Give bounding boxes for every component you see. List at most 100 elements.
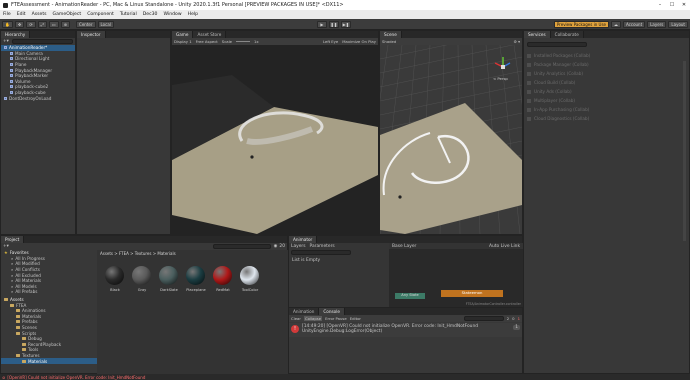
console-clear-button[interactable]: Clear <box>291 316 301 321</box>
console-message-badge: 1 <box>513 325 520 330</box>
add-icon[interactable]: +▾ <box>3 39 9 44</box>
tab-scene[interactable]: Scene <box>380 31 402 38</box>
display-dropdown[interactable]: Display 1 <box>174 39 192 44</box>
scale-tool-button[interactable]: ⤢ <box>37 20 47 28</box>
autolive-toggle[interactable]: Auto Live Link <box>489 244 520 249</box>
play-button[interactable]: ▶ <box>316 20 327 28</box>
menu-item-gameobject[interactable]: GameObject <box>53 12 82 17</box>
services-row[interactable]: Multiplayer (Collab) <box>527 96 689 105</box>
tab-collaborate[interactable]: Collaborate <box>550 31 584 38</box>
eye-icon[interactable]: ◉ <box>274 244 278 249</box>
hierarchy-search-input[interactable] <box>11 39 73 44</box>
pivot-center-button[interactable]: Center <box>76 20 96 28</box>
material-thumbnail[interactable] <box>159 266 178 285</box>
shading-dropdown[interactable]: Shaded <box>382 39 396 44</box>
rect-tool-button[interactable]: ▭ <box>48 20 59 28</box>
gameobject-icon <box>10 63 13 67</box>
menu-item-tutorial[interactable]: Tutorial <box>120 12 137 17</box>
console-search-input[interactable] <box>463 316 504 321</box>
menu-item-edit[interactable]: Edit <box>17 12 26 17</box>
material-thumbnail[interactable] <box>213 266 232 285</box>
maximize-on-play-toggle[interactable]: Maximize On Play <box>342 39 376 44</box>
services-row[interactable]: Package Manager (Collab) <box>527 60 689 69</box>
game-viewport[interactable] <box>172 45 378 234</box>
services-search-input[interactable] <box>527 42 587 47</box>
services-row-label: Cloud Diagnostics (Collab) <box>534 116 590 121</box>
project-add-icon[interactable]: +▾ <box>3 244 9 249</box>
services-scrollbar[interactable] <box>683 61 686 241</box>
tab-services[interactable]: Services <box>524 31 551 38</box>
tab-hierarchy[interactable]: Hierarchy <box>1 31 31 38</box>
maximize-button[interactable]: ☐ <box>666 2 678 8</box>
favorite-item[interactable]: ⌕ All Prefabs <box>1 289 97 295</box>
console-error-count[interactable]: 1 <box>518 316 520 321</box>
material-thumbnail[interactable] <box>186 266 205 285</box>
aspect-dropdown[interactable]: Free Aspect <box>196 39 218 44</box>
move-tool-button[interactable]: ✥ <box>14 20 25 28</box>
console-warn-count[interactable]: 0 <box>512 316 514 321</box>
layout-dropdown[interactable]: Layout <box>668 20 689 28</box>
minimize-button[interactable]: – <box>654 2 666 8</box>
close-button[interactable]: ✕ <box>678 2 690 8</box>
services-row[interactable]: Unity Analytics (Collab) <box>527 69 689 78</box>
menu-item-help[interactable]: Help <box>188 12 198 17</box>
pivot-local-button[interactable]: Local <box>97 20 114 28</box>
tab-asset-store[interactable]: Asset Store <box>193 31 227 38</box>
services-row[interactable]: Cloud Build (Collab) <box>527 78 689 87</box>
menu-item-window[interactable]: Window <box>164 12 182 17</box>
console-info-count[interactable]: 2 <box>507 316 509 321</box>
tab-console[interactable]: Console <box>319 308 345 315</box>
tab-animator[interactable]: Animator <box>289 236 318 243</box>
gameobject-icon <box>10 68 13 72</box>
eye-dropdown[interactable]: Left Eye <box>323 39 338 44</box>
scene-viewport[interactable]: < Persp <box>380 45 522 234</box>
services-row[interactable]: In-App Purchasing (Collab) <box>527 105 689 114</box>
menu-item-dec30[interactable]: Dec30 <box>143 12 158 17</box>
preview-packages-badge[interactable]: Preview Packages in Use <box>553 20 609 28</box>
tab-game[interactable]: Game <box>172 31 194 38</box>
hierarchy-item[interactable]: DontDestroyOnLoad <box>1 95 75 101</box>
transform-tool-button[interactable]: ⊕ <box>60 20 71 28</box>
step-button[interactable]: ▶❚ <box>340 20 351 28</box>
menu-item-assets[interactable]: Assets <box>32 12 47 17</box>
console-editor-dropdown[interactable]: Editor <box>350 316 361 321</box>
collab-cloud-icon[interactable]: ☁ <box>611 20 621 28</box>
assets-label[interactable]: Assets <box>10 297 24 302</box>
tab-project[interactable]: Project <box>1 236 25 243</box>
gizmos-dropdown[interactable]: ⚙ ▾ <box>513 39 520 44</box>
services-row-label: Multiplayer (Collab) <box>534 98 576 103</box>
state-orange[interactable]: Stateemon <box>441 290 503 297</box>
material-thumbnail[interactable] <box>105 266 124 285</box>
tab-layers[interactable]: Layers <box>291 244 306 249</box>
service-icon <box>527 107 531 112</box>
layers-dropdown[interactable]: Layers <box>647 20 667 28</box>
animator-search-input[interactable] <box>291 250 351 255</box>
services-row-label: Installed Packages (Collab) <box>534 53 591 58</box>
console-error-row[interactable]: ! [14:49:20] [OpenVR] Could not initiali… <box>289 323 522 337</box>
menu-item-file[interactable]: File <box>3 12 11 17</box>
animator-footer: FTEA/AnimatorController.controller <box>465 302 521 306</box>
hierarchy-item-label: PlaybackMarker <box>15 73 49 79</box>
console-collapse-button[interactable]: Collapse <box>303 316 323 321</box>
menu-item-component[interactable]: Component <box>87 12 114 17</box>
project-search-input[interactable] <box>212 244 271 249</box>
pause-button[interactable]: ❚❚ <box>328 20 339 28</box>
hand-tool-button[interactable]: ✋ <box>2 20 13 28</box>
account-dropdown[interactable]: Account <box>623 20 646 28</box>
material-thumbnail[interactable] <box>132 266 151 285</box>
rotate-tool-button[interactable]: ⟳ <box>26 20 36 28</box>
console-errorpause-button[interactable]: Error Pause <box>325 316 347 321</box>
services-row[interactable]: Installed Packages (Collab) <box>527 51 689 60</box>
project-breadcrumb[interactable]: Assets > FTEA > Textures > Materials <box>97 250 288 256</box>
services-row[interactable]: Cloud Diagnostics (Collab) <box>527 114 689 123</box>
material-thumbnail[interactable] <box>240 266 259 285</box>
status-text[interactable]: [OpenVR] Could not initialize OpenVR. Er… <box>7 375 145 380</box>
tab-parameters[interactable]: Parameters <box>310 244 335 249</box>
scale-slider[interactable] <box>236 41 251 42</box>
state-any[interactable]: Any State <box>395 293 425 299</box>
animator-graph[interactable]: Base Layer Auto Live Link Any State Stat… <box>389 243 523 307</box>
tab-inspector[interactable]: Inspector <box>77 31 106 38</box>
tab-animation[interactable]: Animation <box>289 308 320 315</box>
project-folder-item[interactable]: Materials <box>1 358 97 364</box>
services-row[interactable]: Unity Ads (Collab) <box>527 87 689 96</box>
